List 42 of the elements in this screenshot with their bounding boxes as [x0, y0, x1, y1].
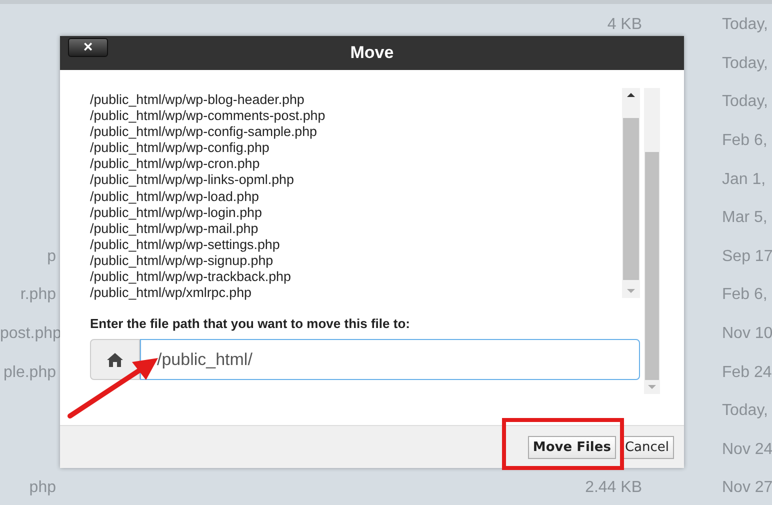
file-name: php	[29, 479, 56, 496]
file-date: Today,	[722, 93, 768, 110]
scrollbar[interactable]	[622, 88, 640, 298]
file-name: r.php	[20, 286, 56, 304]
file-date: Nov 24	[722, 440, 772, 458]
move-files-button[interactable]: Move Files	[528, 436, 616, 458]
file-date: Jan 1,	[722, 170, 766, 188]
file-date: Mar 5,	[722, 209, 768, 226]
file-path: /public_html/wp/wp-config.php	[90, 140, 270, 156]
close-button[interactable]: ×	[68, 38, 108, 57]
path-label: Enter the file path that you want to move this file to:	[90, 316, 411, 331]
file-path: /public_html/wp/wp-links-opml.php	[90, 172, 295, 189]
file-date: Today,	[722, 16, 768, 34]
file-size: 4 KB	[607, 16, 642, 34]
file-path: /public_html/wp/wp-settings.php	[90, 236, 281, 253]
file-date: Today,	[722, 402, 768, 420]
file-path: /public_html/wp/wp-mail.php	[90, 220, 260, 237]
file-date: Nov 10	[722, 325, 772, 342]
file-name: p	[47, 248, 56, 265]
path-input[interactable]: /public_html/	[140, 339, 640, 380]
home-button[interactable]	[90, 339, 140, 380]
home-icon	[106, 352, 124, 368]
file-path: /public_html/wp/wp-load.php	[90, 188, 260, 205]
file-date: Nov 27	[722, 479, 772, 496]
dialog-scrollbar[interactable]	[644, 88, 660, 394]
file-path: /public_html/wp/wp-login.php	[90, 204, 263, 221]
file-size: 2.44 KB	[585, 479, 642, 496]
file-path: /public_html/wp/wp-trackback.php	[90, 269, 292, 286]
file-name: ple.php	[4, 364, 56, 381]
file-date: Feb 24	[722, 364, 772, 381]
file-path: /public_html/wp/wp-signup.php	[90, 252, 274, 270]
file-path: /public_html/wp/wp-config-sample.php	[90, 124, 318, 140]
file-path: /public_html/wp/wp-blog-header.php	[90, 92, 306, 108]
dialog-title: Move	[350, 43, 394, 63]
file-path: /public_html/wp/wp-cron.php	[90, 156, 261, 172]
file-date: Feb 6,	[722, 286, 768, 304]
file-date: Today,	[722, 54, 768, 72]
file-path: /public_html/wp/xmlrpc.php	[90, 285, 252, 302]
file-date: Sep 17	[722, 248, 772, 265]
file-name: post.php	[0, 325, 62, 342]
file-path: /public_html/wp/wp-comments-post.php	[90, 108, 326, 124]
file-date: Feb 6,	[722, 132, 768, 150]
